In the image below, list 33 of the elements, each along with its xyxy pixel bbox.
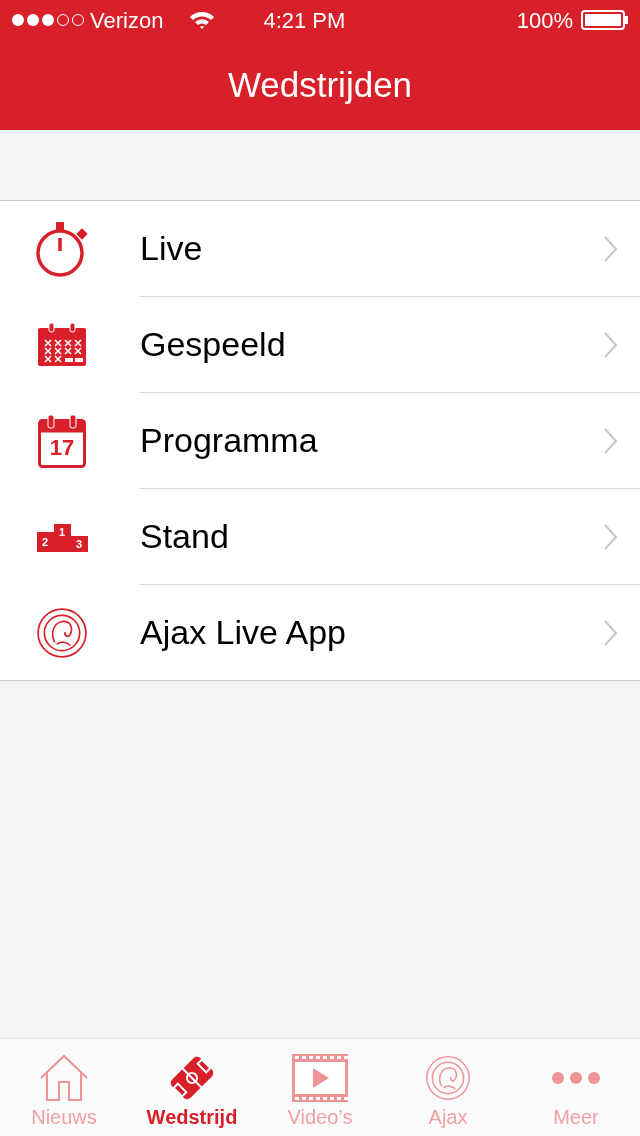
carrier-name: Verizon xyxy=(90,6,164,35)
screen-title: Wedstrijden xyxy=(227,63,413,106)
podium-step: 1 xyxy=(53,524,71,552)
menu-label: Programma xyxy=(140,420,319,461)
chevron-icon xyxy=(604,331,618,358)
battery-icon xyxy=(581,10,628,30)
film-icon xyxy=(291,1054,349,1102)
menu-label: Stand xyxy=(140,516,230,557)
stopwatch-icon xyxy=(36,220,88,278)
calendar-day: 17 xyxy=(49,435,75,461)
chevron-icon xyxy=(604,523,618,550)
menu-item[interactable]: Live xyxy=(0,201,640,297)
menu-item[interactable]: Gespeeld xyxy=(0,297,640,393)
battery-percent: 100% xyxy=(516,6,573,35)
menu-label: Gespeeld xyxy=(140,324,287,365)
chevron-icon xyxy=(604,235,618,262)
more-icon xyxy=(551,1071,601,1085)
calendar-grid-icon xyxy=(37,322,87,368)
calendar-icon xyxy=(38,414,86,468)
chevron-icon xyxy=(604,427,618,454)
clock-time: 4:21 PM xyxy=(263,6,346,35)
house-icon xyxy=(39,1054,89,1102)
chevron-icon xyxy=(604,619,618,646)
podium-step: 2 xyxy=(36,532,54,552)
emblem-icon xyxy=(36,606,88,659)
menu-item[interactable]: 2 1 3 Stand xyxy=(0,489,640,585)
tab-button[interactable]: Wedstrijd xyxy=(128,1039,256,1136)
menu-label: Ajax Live App xyxy=(140,612,348,653)
emblem-icon xyxy=(425,1055,471,1101)
menu-label: Live xyxy=(140,228,204,269)
menu-item[interactable]: Ajax Live App xyxy=(0,585,640,680)
menu-item[interactable]: 17 Programma xyxy=(0,393,640,489)
wifi-icon xyxy=(189,10,216,30)
